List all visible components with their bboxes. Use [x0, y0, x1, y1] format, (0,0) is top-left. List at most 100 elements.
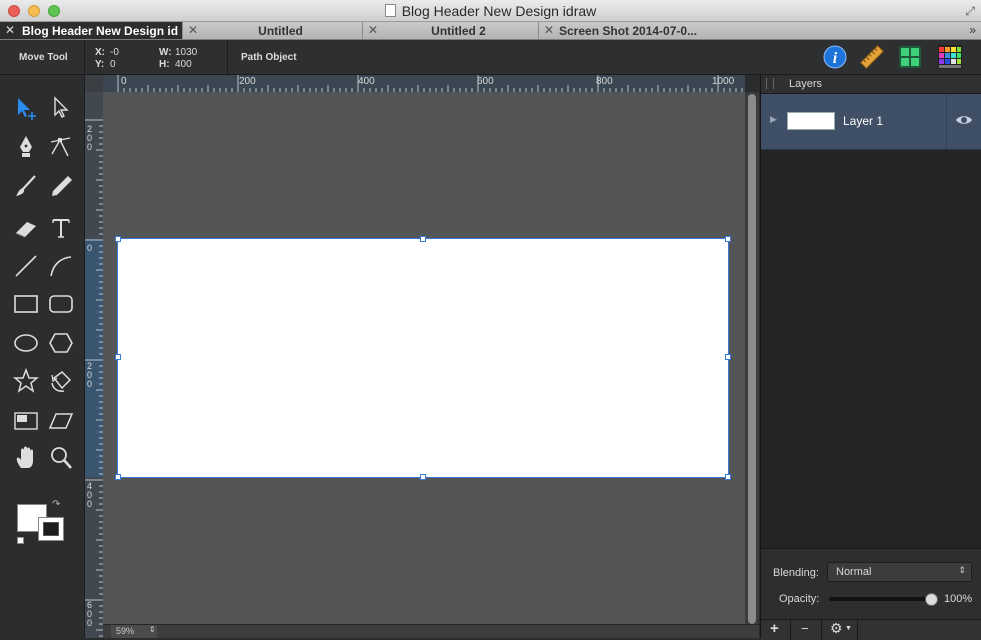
tool-options-bar: Move Tool X: -0 Y: 0 W: 1030 H: 400 Path… — [0, 40, 981, 75]
tab-untitled-2[interactable]: ✕ Untitled 2 — [363, 22, 539, 39]
rotate-tool[interactable] — [48, 368, 74, 394]
selection-type: Path Object — [241, 52, 297, 63]
opacity-label: Opacity: — [779, 593, 820, 605]
ruler-label: 0 — [87, 243, 93, 253]
ruler-label: 400 — [87, 481, 93, 509]
layer-name[interactable]: Layer 1 — [843, 114, 883, 128]
layers-panel-header: Layers — [761, 75, 981, 94]
text-tool[interactable] — [48, 215, 74, 241]
star-tool[interactable] — [12, 367, 40, 394]
layers-properties: Blending: Normal ⇕ Opacity: 100% + − ⚙ ▼ — [761, 548, 981, 640]
expand-triangle-icon[interactable]: ▶ — [770, 114, 777, 125]
y-label: Y: — [95, 59, 105, 70]
grid-view-icon[interactable] — [897, 44, 923, 70]
bezier-node-tool[interactable] — [48, 134, 74, 160]
resize-handle-top-right[interactable] — [725, 236, 731, 242]
current-tool-name: Move Tool — [19, 52, 68, 63]
resize-handle-bottom[interactable] — [420, 474, 426, 480]
resize-handle-right[interactable] — [725, 354, 731, 360]
gear-icon[interactable]: ⚙ — [830, 620, 843, 637]
default-colors-icon[interactable] — [17, 537, 24, 544]
x-value[interactable]: -0 — [110, 47, 119, 58]
tab-label: Screen Shot 2014-07-0... — [559, 24, 698, 38]
tab-untitled[interactable]: ✕ Untitled — [183, 22, 363, 39]
w-value[interactable]: 1030 — [175, 47, 197, 58]
ruler-label: 200 — [87, 124, 93, 152]
close-tab-icon[interactable]: ✕ — [5, 23, 15, 37]
close-tab-icon[interactable]: ✕ — [544, 23, 554, 37]
remove-layer-button[interactable]: − — [801, 621, 809, 636]
tab-label: Blog Header New Design idraw — [22, 24, 178, 38]
layers-panel-title: Layers — [789, 78, 823, 90]
tab-overflow-button[interactable]: » — [969, 23, 976, 37]
close-tab-icon[interactable]: ✕ — [368, 23, 378, 37]
window-title: Blog Header New Design idraw — [0, 3, 981, 19]
tab-screen-shot[interactable]: ✕ Screen Shot 2014-07-0... — [539, 22, 709, 39]
select-arrows-icon: ⇕ — [958, 565, 966, 575]
window-title-label: Blog Header New Design idraw — [401, 3, 597, 19]
blending-value: Normal — [836, 566, 872, 578]
close-tab-icon[interactable]: ✕ — [188, 23, 198, 37]
y-value[interactable]: 0 — [110, 59, 116, 70]
add-layer-button[interactable]: + — [770, 620, 779, 637]
chevron-down-icon[interactable]: ▼ — [845, 625, 852, 632]
ruler-label: 600 — [477, 76, 494, 87]
visibility-eye-icon[interactable] — [955, 113, 973, 127]
status-bar: 59% ⇕ — [103, 624, 759, 638]
pencil-tool[interactable] — [48, 173, 74, 199]
zoom-select[interactable]: 59% ⇕ — [111, 625, 157, 638]
tools-panel: ↷ — [0, 75, 85, 638]
resize-handle-bottom-left[interactable] — [115, 474, 121, 480]
artboard-rectangle[interactable] — [117, 238, 729, 478]
ruler-icon[interactable] — [859, 44, 885, 70]
tab-blog-header[interactable]: ✕ Blog Header New Design idraw — [0, 22, 183, 39]
ruler-corner — [85, 75, 103, 92]
ruler-label: 400 — [358, 76, 375, 87]
eraser-tool[interactable] — [13, 215, 39, 241]
opacity-slider[interactable] — [829, 597, 937, 601]
svg-text:i: i — [833, 50, 838, 67]
opacity-value: 100% — [944, 593, 973, 605]
blending-label: Blending: — [773, 567, 819, 579]
horizontal-ruler: 0 200 400 600 800 1000 — [103, 75, 745, 92]
layers-panel: Layers ▶ Layer 1 Blending: Normal ⇕ Opac… — [760, 75, 981, 640]
ruler-label: 800 — [596, 76, 613, 87]
brush-tool[interactable] — [13, 173, 39, 199]
w-label: W: — [159, 47, 172, 58]
info-icon[interactable]: i — [822, 44, 848, 70]
slice-tool[interactable] — [13, 408, 39, 434]
vertical-scroll-thumb[interactable] — [748, 94, 756, 624]
ruler-label: 200 — [239, 76, 256, 87]
hand-tool[interactable] — [13, 445, 39, 471]
skew-tool[interactable] — [48, 408, 74, 434]
stroke-color-swatch[interactable] — [38, 517, 64, 541]
title-bar: Blog Header New Design idraw ⤢ — [0, 0, 981, 22]
stepper-icon: ⇕ — [149, 625, 156, 634]
direct-select-tool[interactable] — [48, 95, 74, 121]
fullscreen-icon[interactable]: ⤢ — [965, 4, 975, 19]
blending-select[interactable]: Normal ⇕ — [827, 562, 972, 582]
h-value[interactable]: 400 — [175, 59, 192, 70]
layer-row[interactable]: ▶ Layer 1 — [761, 94, 981, 150]
tab-label: Untitled — [258, 24, 303, 38]
pen-tool[interactable] — [13, 134, 39, 160]
polygon-tool[interactable] — [48, 330, 74, 356]
resize-handle-left[interactable] — [115, 354, 121, 360]
swap-colors-icon[interactable]: ↷ — [52, 499, 60, 510]
opacity-slider-knob[interactable] — [925, 593, 938, 606]
tab-bar: ✕ Blog Header New Design idraw ✕ Untitle… — [0, 22, 981, 40]
line-tool[interactable] — [13, 253, 39, 279]
color-swatches-icon[interactable] — [937, 44, 963, 70]
resize-handle-top[interactable] — [420, 236, 426, 242]
ruler-label: 600 — [87, 600, 93, 628]
document-icon — [384, 4, 396, 17]
resize-handle-top-left[interactable] — [115, 236, 121, 242]
ellipse-tool[interactable] — [13, 330, 39, 356]
rounded-rectangle-tool[interactable] — [48, 291, 74, 317]
rectangle-tool[interactable] — [13, 291, 39, 317]
drag-handle-icon[interactable] — [766, 78, 774, 89]
select-tool[interactable] — [13, 95, 39, 121]
resize-handle-bottom-right[interactable] — [725, 474, 731, 480]
arc-tool[interactable] — [48, 253, 74, 279]
zoom-tool[interactable] — [48, 445, 74, 471]
